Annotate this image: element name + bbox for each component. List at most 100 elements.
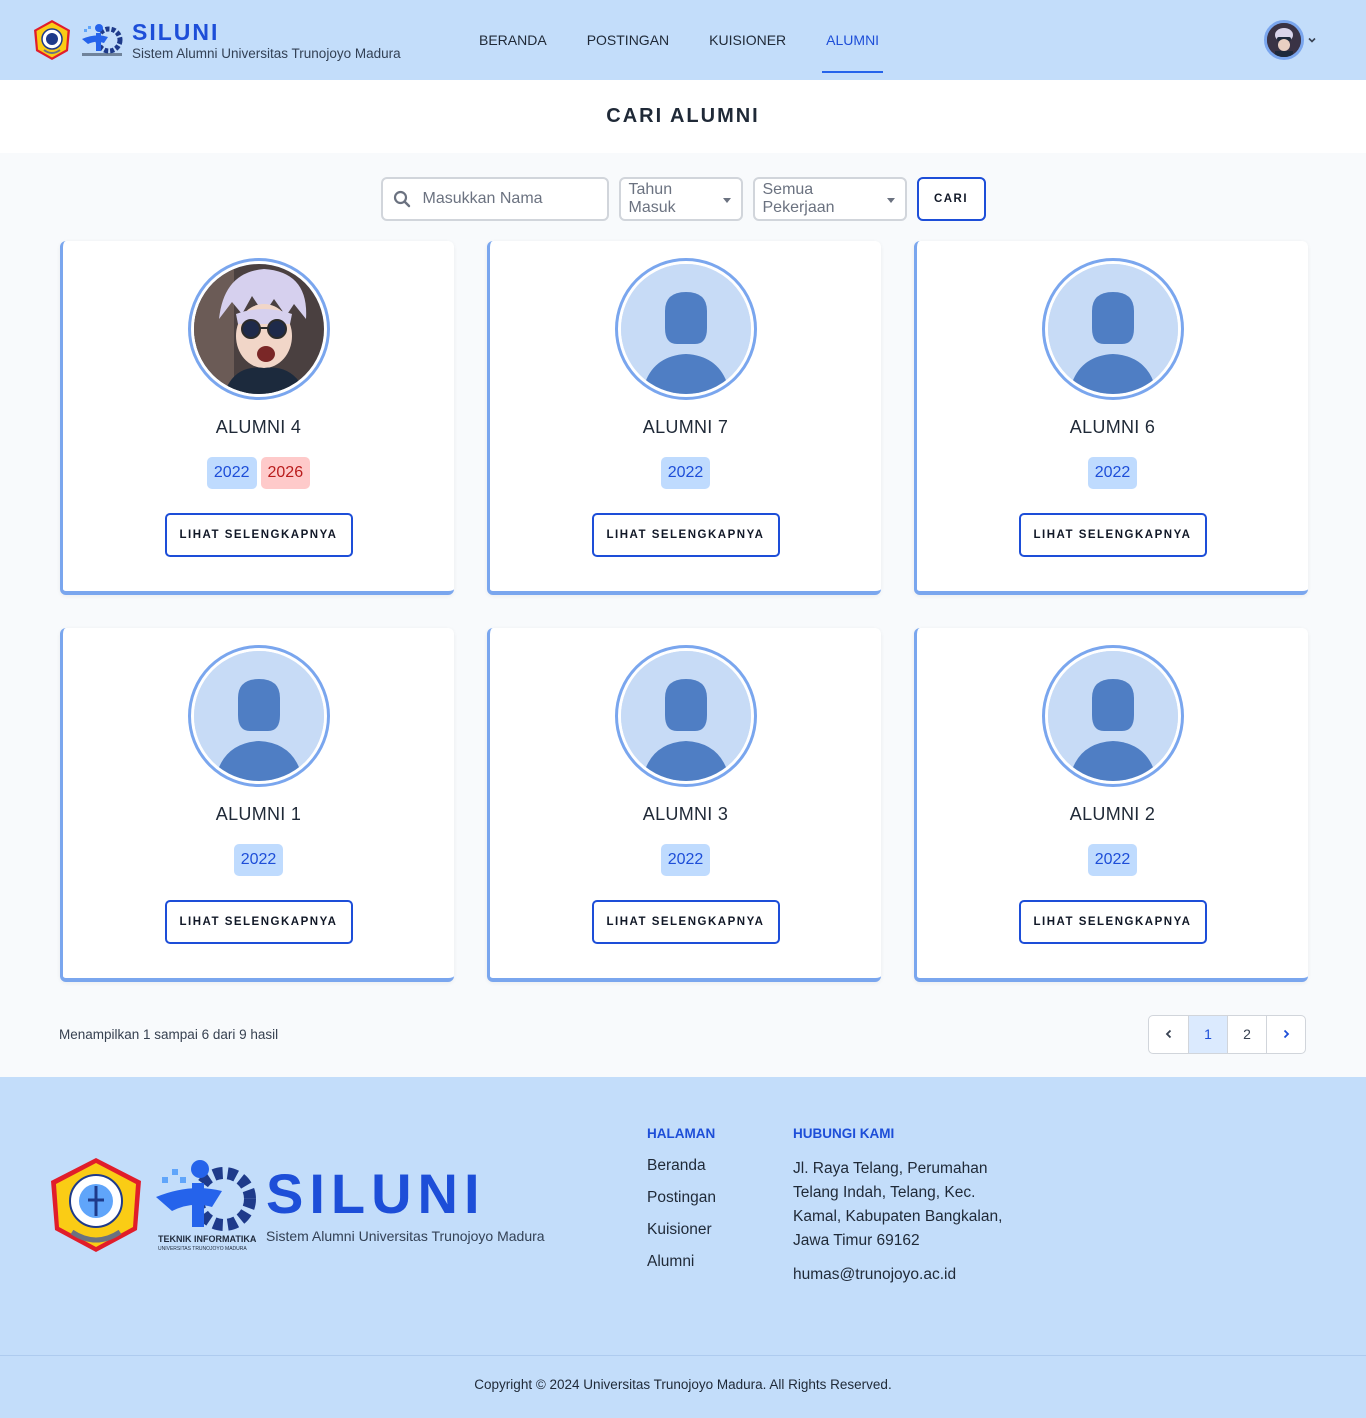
year-badges: 2022 bbox=[660, 844, 711, 876]
year-select-value: Tahun Masuk bbox=[628, 181, 676, 216]
year-badge: 2026 bbox=[260, 457, 311, 489]
year-badge: 2022 bbox=[660, 457, 711, 489]
default-avatar-icon bbox=[620, 651, 751, 781]
footer-contact-heading: HUBUNGI KAMI bbox=[793, 1126, 895, 1141]
brand-subtitle: Sistem Alumni Universitas Trunojoyo Madu… bbox=[132, 45, 401, 61]
view-more-button[interactable]: LIHAT SELENGKAPNYA bbox=[1018, 513, 1207, 557]
search-field[interactable] bbox=[380, 177, 609, 221]
chevron-left-icon bbox=[1165, 1029, 1171, 1039]
alumni-grid: ALUMNI 4 2022 2026 LIHAT SELENGKAPNYA AL… bbox=[60, 241, 1366, 982]
year-badges: 2022 bbox=[1087, 457, 1138, 489]
footer-pages: HALAMAN Beranda Postingan Kuisioner Alum… bbox=[647, 1126, 716, 1285]
alumni-name: ALUMNI 7 bbox=[642, 417, 729, 437]
footer-brand-subtitle: Sistem Alumni Universitas Trunojoyo Madu… bbox=[266, 1228, 545, 1244]
svg-text:UNIVERSITAS TRUNOJOYO MADURA: UNIVERSITAS TRUNOJOYO MADURA bbox=[158, 1246, 247, 1252]
footer-address: Jl. Raya Telang, Perumahan Telang Indah,… bbox=[793, 1160, 1003, 1249]
informatics-logo-icon bbox=[82, 24, 123, 56]
nav-beranda[interactable]: BERANDA bbox=[459, 0, 567, 80]
caret-down-icon bbox=[886, 197, 895, 203]
year-badge: 2022 bbox=[233, 844, 284, 876]
university-logo-icon bbox=[51, 1158, 141, 1252]
brand[interactable]: SILUNI Sistem Alumni Universitas Trunojo… bbox=[32, 19, 457, 62]
page-button-2[interactable]: 2 bbox=[1227, 1015, 1266, 1053]
footer-pages-heading: HALAMAN bbox=[647, 1126, 716, 1141]
search-input[interactable] bbox=[422, 190, 593, 208]
chevron-down-icon bbox=[1308, 37, 1316, 43]
user-photo bbox=[193, 264, 324, 394]
results-summary: Menampilkan 1 sampai 6 dari 9 hasil bbox=[59, 1026, 279, 1042]
view-more-button[interactable]: LIHAT SELENGKAPNYA bbox=[164, 513, 353, 557]
alumni-card: ALUMNI 6 2022 LIHAT SELENGKAPNYA bbox=[914, 241, 1308, 595]
view-more-button[interactable]: LIHAT SELENGKAPNYA bbox=[591, 900, 780, 944]
year-badge: 2022 bbox=[1087, 844, 1138, 876]
year-badges: 2022 2026 bbox=[206, 457, 311, 489]
job-select[interactable]: Semua Pekerjaan bbox=[752, 177, 907, 221]
year-badges: 2022 bbox=[1087, 844, 1138, 876]
year-select[interactable]: Tahun Masuk bbox=[618, 177, 743, 221]
job-select-value: Semua Pekerjaan bbox=[762, 181, 835, 216]
footer-brand: TEKNIK INFORMATIKA UNIVERSITAS TRUNOJOYO… bbox=[46, 1155, 545, 1255]
footer-divider bbox=[0, 1355, 1366, 1356]
footer-link-alumni[interactable]: Alumni bbox=[647, 1253, 716, 1271]
alumni-photo bbox=[1041, 258, 1184, 400]
pagination: 1 2 bbox=[1148, 1014, 1306, 1054]
view-more-button[interactable]: LIHAT SELENGKAPNYA bbox=[1018, 900, 1207, 944]
pagination-row: Menampilkan 1 sampai 6 dari 9 hasil 1 2 bbox=[59, 1014, 1306, 1054]
alumni-photo bbox=[614, 258, 757, 400]
year-badge: 2022 bbox=[206, 457, 257, 489]
alumni-name: ALUMNI 4 bbox=[215, 417, 302, 437]
page-title: CARI ALUMNI bbox=[606, 105, 760, 127]
footer-link-kuisioner[interactable]: Kuisioner bbox=[647, 1221, 716, 1239]
nav-postingan[interactable]: POSTINGAN bbox=[567, 0, 689, 80]
year-badge: 2022 bbox=[660, 844, 711, 876]
alumni-card: ALUMNI 4 2022 2026 LIHAT SELENGKAPNYA bbox=[60, 241, 454, 595]
search-bar: Tahun Masuk Semua Pekerjaan CARI bbox=[0, 177, 1366, 221]
next-page-button[interactable] bbox=[1266, 1015, 1305, 1053]
default-avatar-icon bbox=[620, 264, 751, 394]
top-navbar: SILUNI Sistem Alumni Universitas Trunojo… bbox=[0, 0, 1366, 80]
nav-kuisioner[interactable]: KUISIONER bbox=[689, 0, 806, 80]
alumni-card: ALUMNI 2 2022 LIHAT SELENGKAPNYA bbox=[914, 628, 1308, 982]
alumni-photo bbox=[1041, 645, 1184, 787]
informatics-logo-icon: TEKNIK INFORMATIKA UNIVERSITAS TRUNOJOYO… bbox=[156, 1160, 257, 1252]
search-icon bbox=[393, 190, 410, 208]
year-badge: 2022 bbox=[1087, 457, 1138, 489]
nav-alumni[interactable]: ALUMNI bbox=[806, 0, 899, 80]
alumni-card: ALUMNI 7 2022 LIHAT SELENGKAPNYA bbox=[487, 241, 881, 595]
footer-link-beranda[interactable]: Beranda bbox=[647, 1157, 716, 1175]
year-badges: 2022 bbox=[233, 844, 284, 876]
default-avatar-icon bbox=[193, 651, 324, 781]
svg-text:TEKNIK INFORMATIKA: TEKNIK INFORMATIKA bbox=[158, 1234, 257, 1244]
page-button-1[interactable]: 1 bbox=[1188, 1015, 1227, 1053]
user-menu[interactable] bbox=[1264, 20, 1318, 60]
footer-contact: HUBUNGI KAMI Jl. Raya Telang, Perumahan … bbox=[793, 1126, 1013, 1287]
year-badges: 2022 bbox=[660, 457, 711, 489]
alumni-card: ALUMNI 3 2022 LIHAT SELENGKAPNYA bbox=[487, 628, 881, 982]
title-band: CARI ALUMNI bbox=[0, 80, 1366, 153]
default-avatar-icon bbox=[1047, 651, 1178, 781]
footer: TEKNIK INFORMATIKA UNIVERSITAS TRUNOJOYO… bbox=[0, 1077, 1366, 1418]
alumni-photo bbox=[614, 645, 757, 787]
prev-page-button[interactable] bbox=[1149, 1016, 1188, 1053]
brand-title: SILUNI bbox=[132, 18, 220, 45]
alumni-photo bbox=[187, 645, 330, 787]
university-logo-icon bbox=[34, 20, 70, 60]
alumni-photo bbox=[187, 258, 330, 400]
search-button[interactable]: CARI bbox=[916, 177, 986, 221]
chevron-right-icon bbox=[1283, 1029, 1290, 1039]
user-avatar[interactable] bbox=[1264, 20, 1304, 60]
main-nav: BERANDA POSTINGAN KUISIONER ALUMNI bbox=[459, 0, 899, 80]
default-avatar-icon bbox=[1047, 264, 1178, 394]
footer-email[interactable]: humas@trunojoyo.ac.id bbox=[793, 1263, 1013, 1287]
alumni-name: ALUMNI 3 bbox=[642, 804, 729, 824]
view-more-button[interactable]: LIHAT SELENGKAPNYA bbox=[164, 900, 353, 944]
footer-brand-title: SILUNI bbox=[266, 1162, 486, 1225]
alumni-name: ALUMNI 6 bbox=[1069, 417, 1156, 437]
copyright: Copyright © 2024 Universitas Trunojoyo M… bbox=[474, 1377, 892, 1392]
alumni-card: ALUMNI 1 2022 LIHAT SELENGKAPNYA bbox=[60, 628, 454, 982]
caret-down-icon bbox=[722, 197, 731, 203]
alumni-name: ALUMNI 2 bbox=[1069, 804, 1156, 824]
alumni-name: ALUMNI 1 bbox=[215, 804, 302, 824]
footer-link-postingan[interactable]: Postingan bbox=[647, 1189, 716, 1207]
view-more-button[interactable]: LIHAT SELENGKAPNYA bbox=[591, 513, 780, 557]
